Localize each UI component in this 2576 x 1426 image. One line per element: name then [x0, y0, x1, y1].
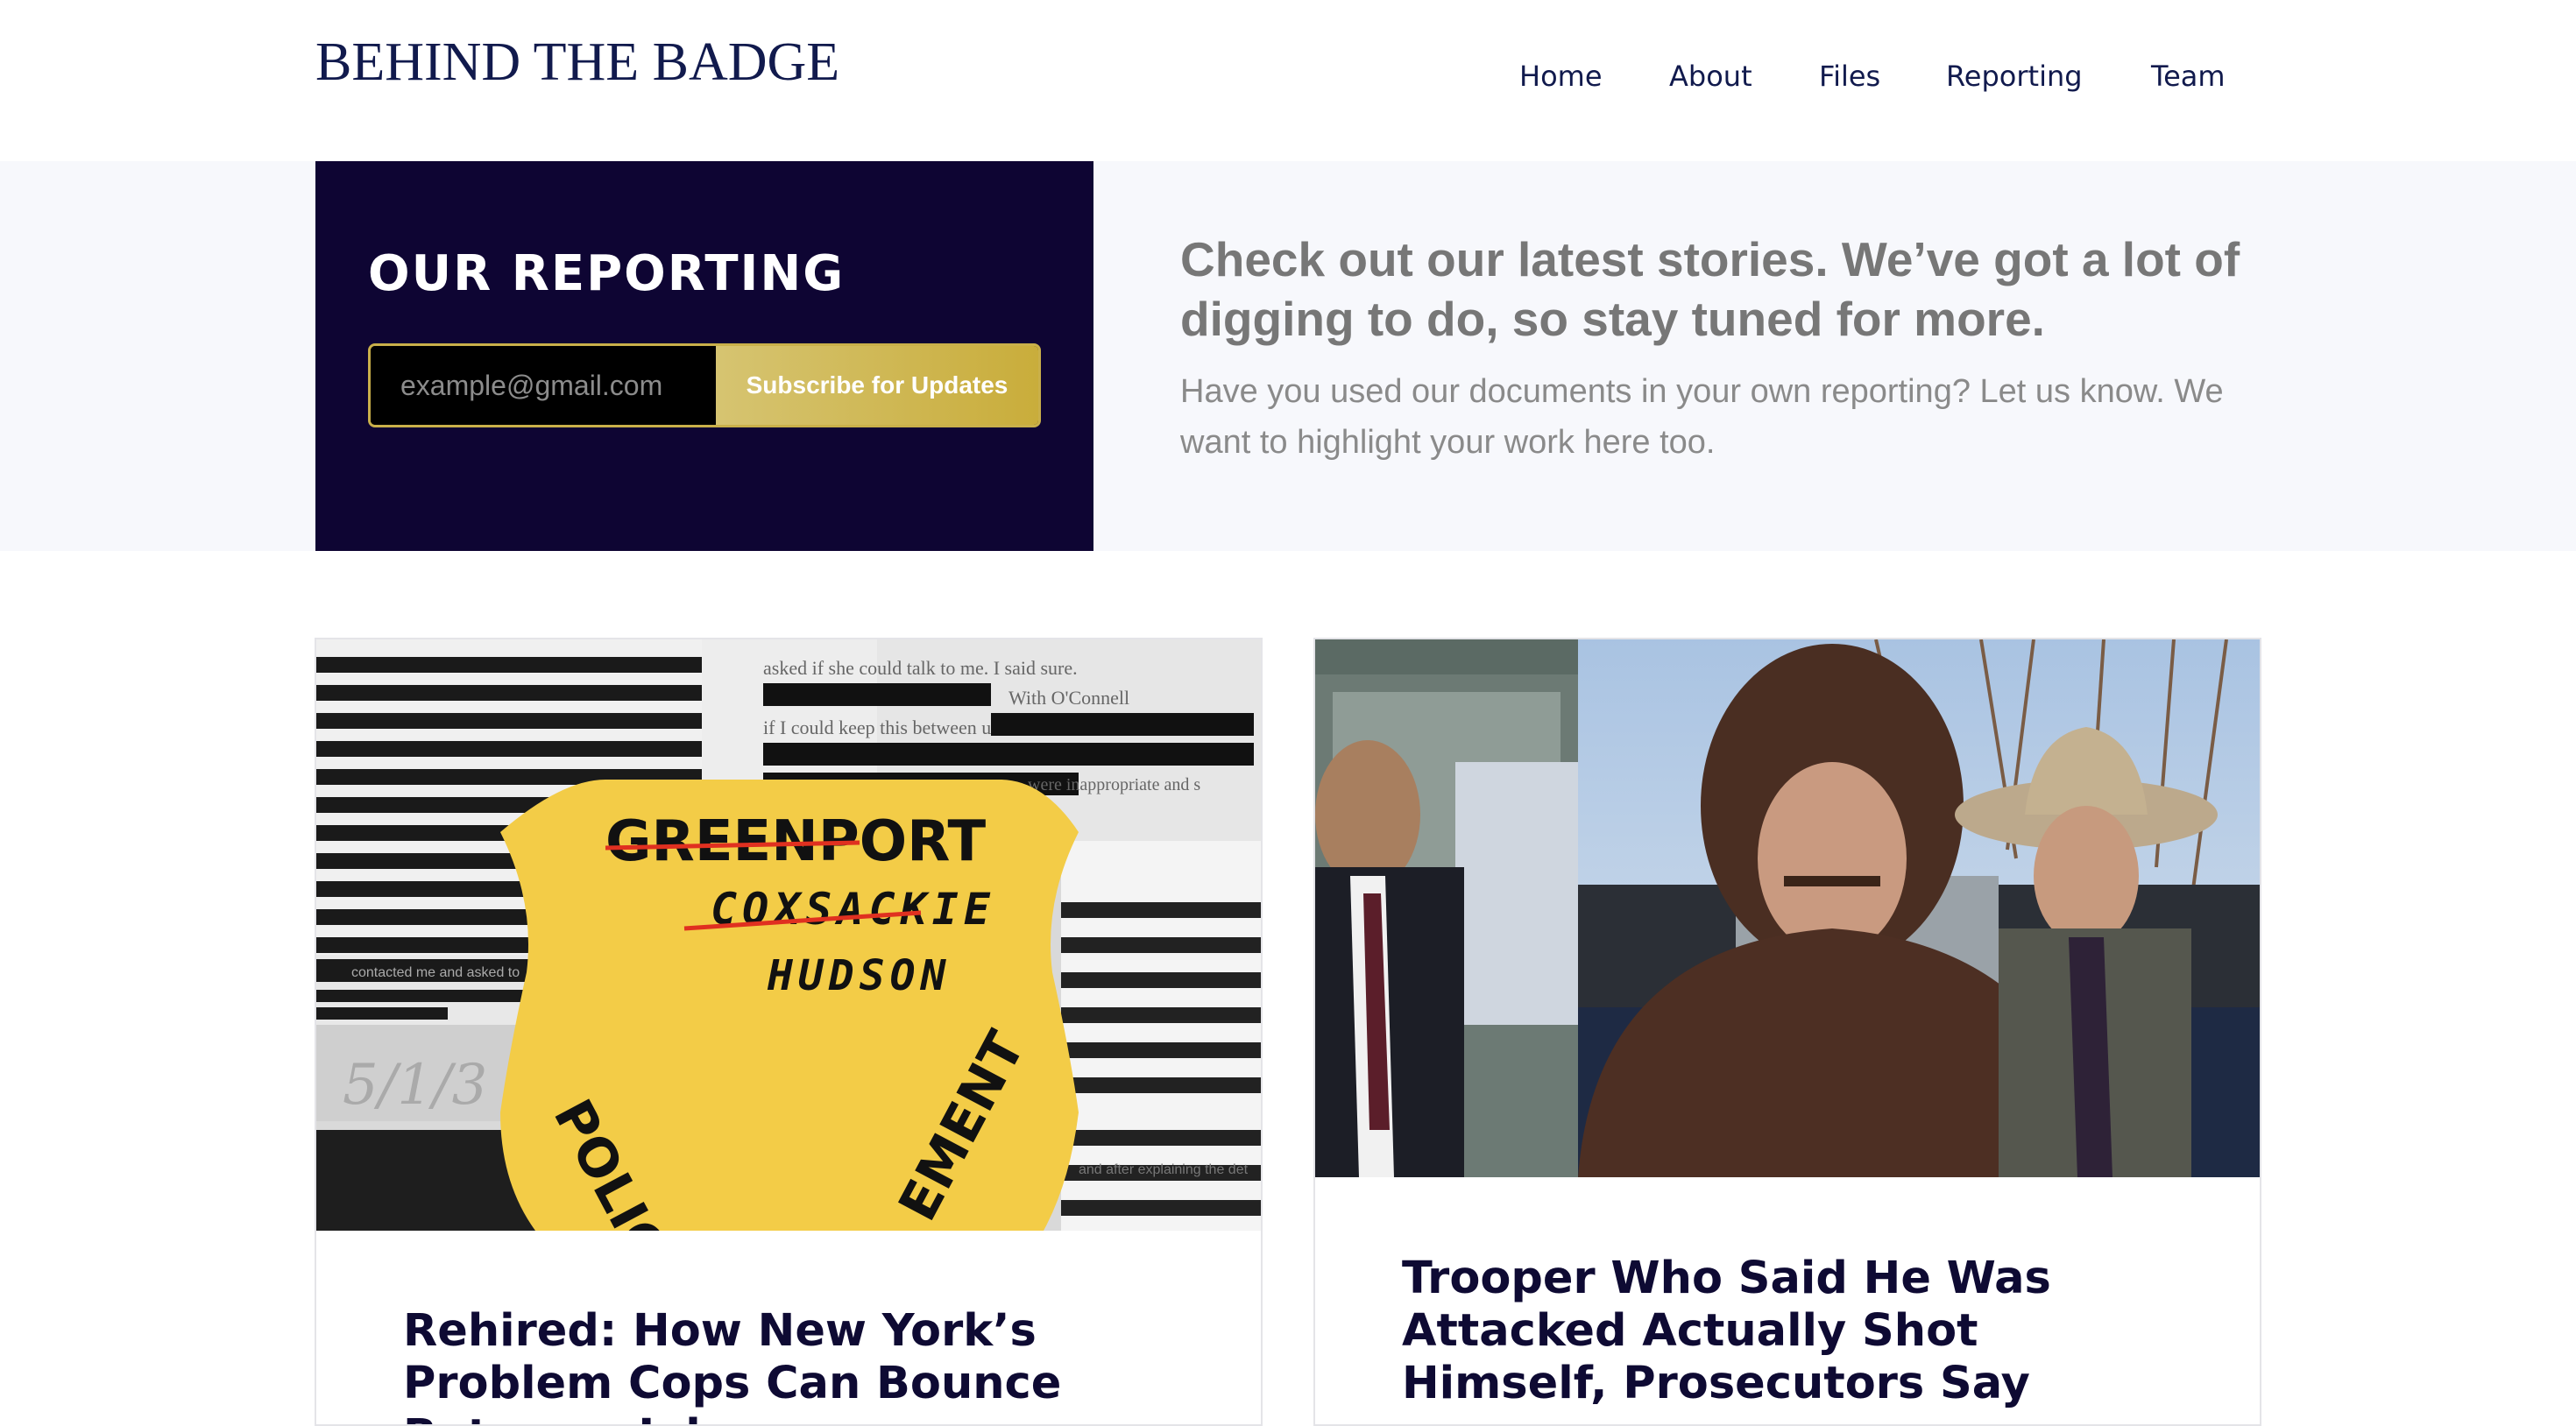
badge-line-1: GREENPORT — [605, 809, 987, 874]
main-nav: Home About Files Reporting Team — [0, 60, 2576, 103]
doc-text-line: asked if she could talk to me. I said su… — [763, 657, 1078, 679]
doc-text-line: if I could keep this between us — [763, 717, 999, 738]
story-title[interactable]: Rehired: How New York’s Problem Cops Can… — [403, 1305, 1192, 1424]
nav-files[interactable]: Files — [1819, 60, 1880, 93]
nav-reporting[interactable]: Reporting — [1946, 60, 2083, 93]
story-card[interactable]: Trooper Who Said He Was Attacked Actuall… — [1313, 638, 2261, 1426]
subscribe-button[interactable]: Subscribe for Updates — [716, 346, 1038, 425]
doc-text-line: With O'Connell — [1008, 687, 1129, 709]
photo-icon — [1315, 639, 2260, 1177]
section-heading: OUR REPORTING — [368, 245, 846, 302]
nav-team[interactable]: Team — [2151, 60, 2226, 93]
story-image-badge-collage[interactable]: asked if she could talk to me. I said su… — [316, 639, 1261, 1231]
story-image-photo[interactable] — [1315, 639, 2260, 1177]
site-header: BEHIND THE BADGE Home About Files Report… — [0, 0, 2576, 161]
hero-lead-text: Check out our latest stories. We’ve got … — [1180, 232, 2240, 346]
doc-text-line: and after explaining the det — [1079, 1162, 1249, 1177]
doc-text-line: contacted me and asked to — [351, 965, 520, 980]
badge-line-3: HUDSON — [767, 951, 951, 1000]
badge-line-2: COXSACKIE — [711, 884, 995, 935]
story-title[interactable]: Trooper Who Said He Was Attacked Actuall… — [1402, 1253, 2190, 1410]
email-input[interactable] — [371, 346, 716, 425]
newsletter-signup-panel: OUR REPORTING Subscribe for Updates — [315, 161, 1093, 551]
story-card[interactable]: asked if she could talk to me. I said su… — [315, 638, 1263, 1426]
nav-about[interactable]: About — [1669, 60, 1752, 93]
police-badge-illustration: GREENPORT COXSACKIE HUDSON POLIC EMENT — [500, 780, 1079, 1231]
subscribe-form: Subscribe for Updates — [368, 343, 1041, 427]
hero-sub-text: Have you used our documents in your own … — [1180, 373, 2224, 461]
nav-home[interactable]: Home — [1519, 60, 1603, 93]
handwritten-date: 5/1/3 — [343, 1053, 487, 1118]
doc-text-line: were inappropriate and s — [1028, 775, 1200, 794]
